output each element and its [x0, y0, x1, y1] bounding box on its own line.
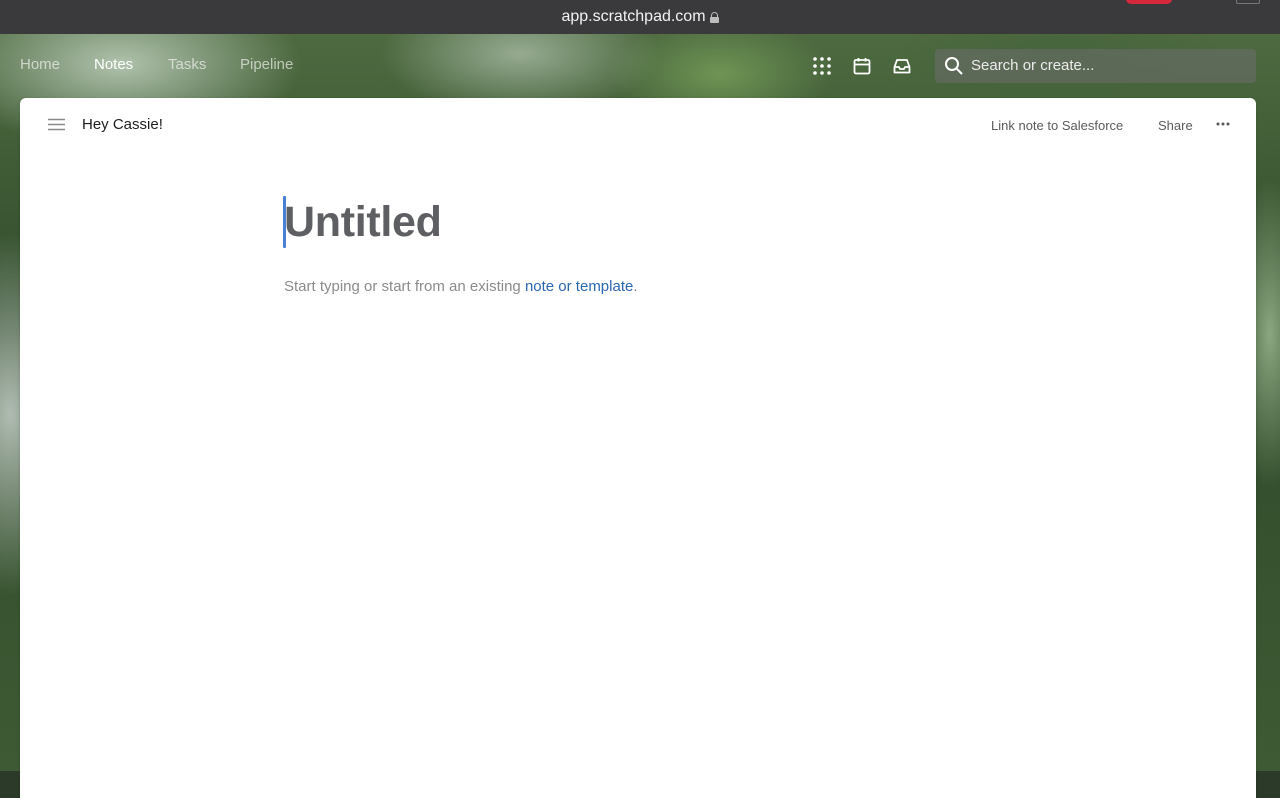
hamburger-menu-icon[interactable] [48, 118, 65, 131]
note-title-input[interactable]: Untitled [284, 198, 442, 247]
note-card: Hey Cassie! Link note to Salesforce Shar… [20, 98, 1256, 798]
hint-suffix: . [633, 278, 638, 295]
nav-pipeline[interactable]: Pipeline [240, 56, 293, 73]
apps-grid-icon[interactable] [812, 56, 832, 76]
note-or-template-link[interactable]: note or template [525, 278, 633, 295]
link-salesforce-button[interactable]: Link note to Salesforce [991, 118, 1123, 133]
hint-prefix: Start typing or start from an existing [284, 278, 525, 295]
browser-badge [1126, 0, 1172, 4]
nav-tasks[interactable]: Tasks [168, 56, 206, 73]
search-icon [945, 57, 963, 75]
greeting-text: Hey Cassie! [82, 116, 163, 133]
url-text[interactable]: app.scratchpad.com [561, 8, 705, 26]
more-options-icon[interactable] [1216, 122, 1230, 126]
browser-url-bar[interactable]: app.scratchpad.com [0, 0, 1280, 34]
search-placeholder: Search or create... [971, 57, 1095, 74]
browser-tabs-icon[interactable] [1236, 0, 1260, 4]
editor-hint: Start typing or start from an existing n… [284, 278, 638, 295]
lock-icon [709, 11, 719, 23]
share-button[interactable]: Share [1158, 118, 1193, 133]
calendar-icon[interactable] [852, 56, 872, 76]
nav-home[interactable]: Home [20, 56, 60, 73]
search-input[interactable]: Search or create... [935, 49, 1256, 83]
nav-notes[interactable]: Notes [94, 56, 133, 73]
top-nav: Home Notes Tasks Pipeline Search or crea… [0, 34, 1280, 98]
inbox-icon[interactable] [892, 56, 912, 76]
